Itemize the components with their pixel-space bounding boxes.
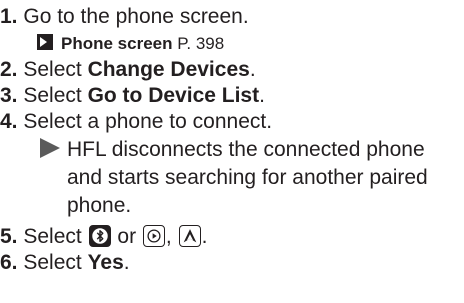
result-triangle-icon: [40, 138, 60, 158]
bluetooth-icon[interactable]: [88, 225, 111, 247]
step-suffix: .: [123, 251, 130, 274]
play-icon[interactable]: [142, 225, 165, 247]
result-line: HFL disconnects the connected phone: [40, 136, 464, 164]
step-prefix: Select: [23, 58, 88, 81]
step-suffix: .: [201, 225, 208, 248]
step-1: 1. Go to the phone screen.: [0, 4, 249, 30]
cross-reference[interactable]: Phone screen P. 398: [37, 33, 224, 55]
step-suffix: .: [249, 58, 256, 81]
step-target: Yes: [87, 251, 124, 274]
step-2: 2. Select Change Devices.: [0, 57, 256, 83]
step-4-result: HFL disconnects the connected phone and …: [40, 136, 464, 220]
reference-title: Phone screen: [61, 34, 173, 53]
step-suffix: .: [259, 84, 265, 107]
step-or: or: [111, 225, 142, 248]
step-target: Change Devices: [87, 58, 250, 81]
result-text: HFL disconnects the connected phone: [67, 138, 425, 161]
step-number: 2.: [0, 58, 18, 81]
result-line: and starts searching for another paired: [67, 166, 428, 189]
step-prefix: Select: [23, 84, 88, 107]
step-text: Go to the phone screen.: [23, 5, 249, 28]
step-prefix: Select: [23, 251, 88, 274]
step-4: 4. Select a phone to connect.: [0, 109, 272, 135]
step-text: Select a phone to connect.: [23, 110, 273, 133]
step-6: 6. Select Yes.: [0, 250, 130, 276]
navigation-icon[interactable]: [178, 225, 201, 247]
result-line: phone.: [67, 194, 132, 217]
step-number: 4.: [0, 110, 18, 133]
step-target: Go to Device List: [87, 84, 260, 107]
step-number: 1.: [0, 5, 18, 28]
step-number: 6.: [0, 251, 18, 274]
step-3: 3. Select Go to Device List.: [0, 83, 265, 109]
step-prefix: Select: [23, 225, 88, 248]
reference-arrow-icon: [37, 34, 53, 50]
step-5: 5. Select or , .: [0, 224, 207, 250]
step-number: 5.: [0, 225, 18, 248]
step-number: 3.: [0, 84, 18, 107]
step-separator: ,: [165, 225, 178, 248]
reference-page: P. 398: [177, 34, 225, 53]
